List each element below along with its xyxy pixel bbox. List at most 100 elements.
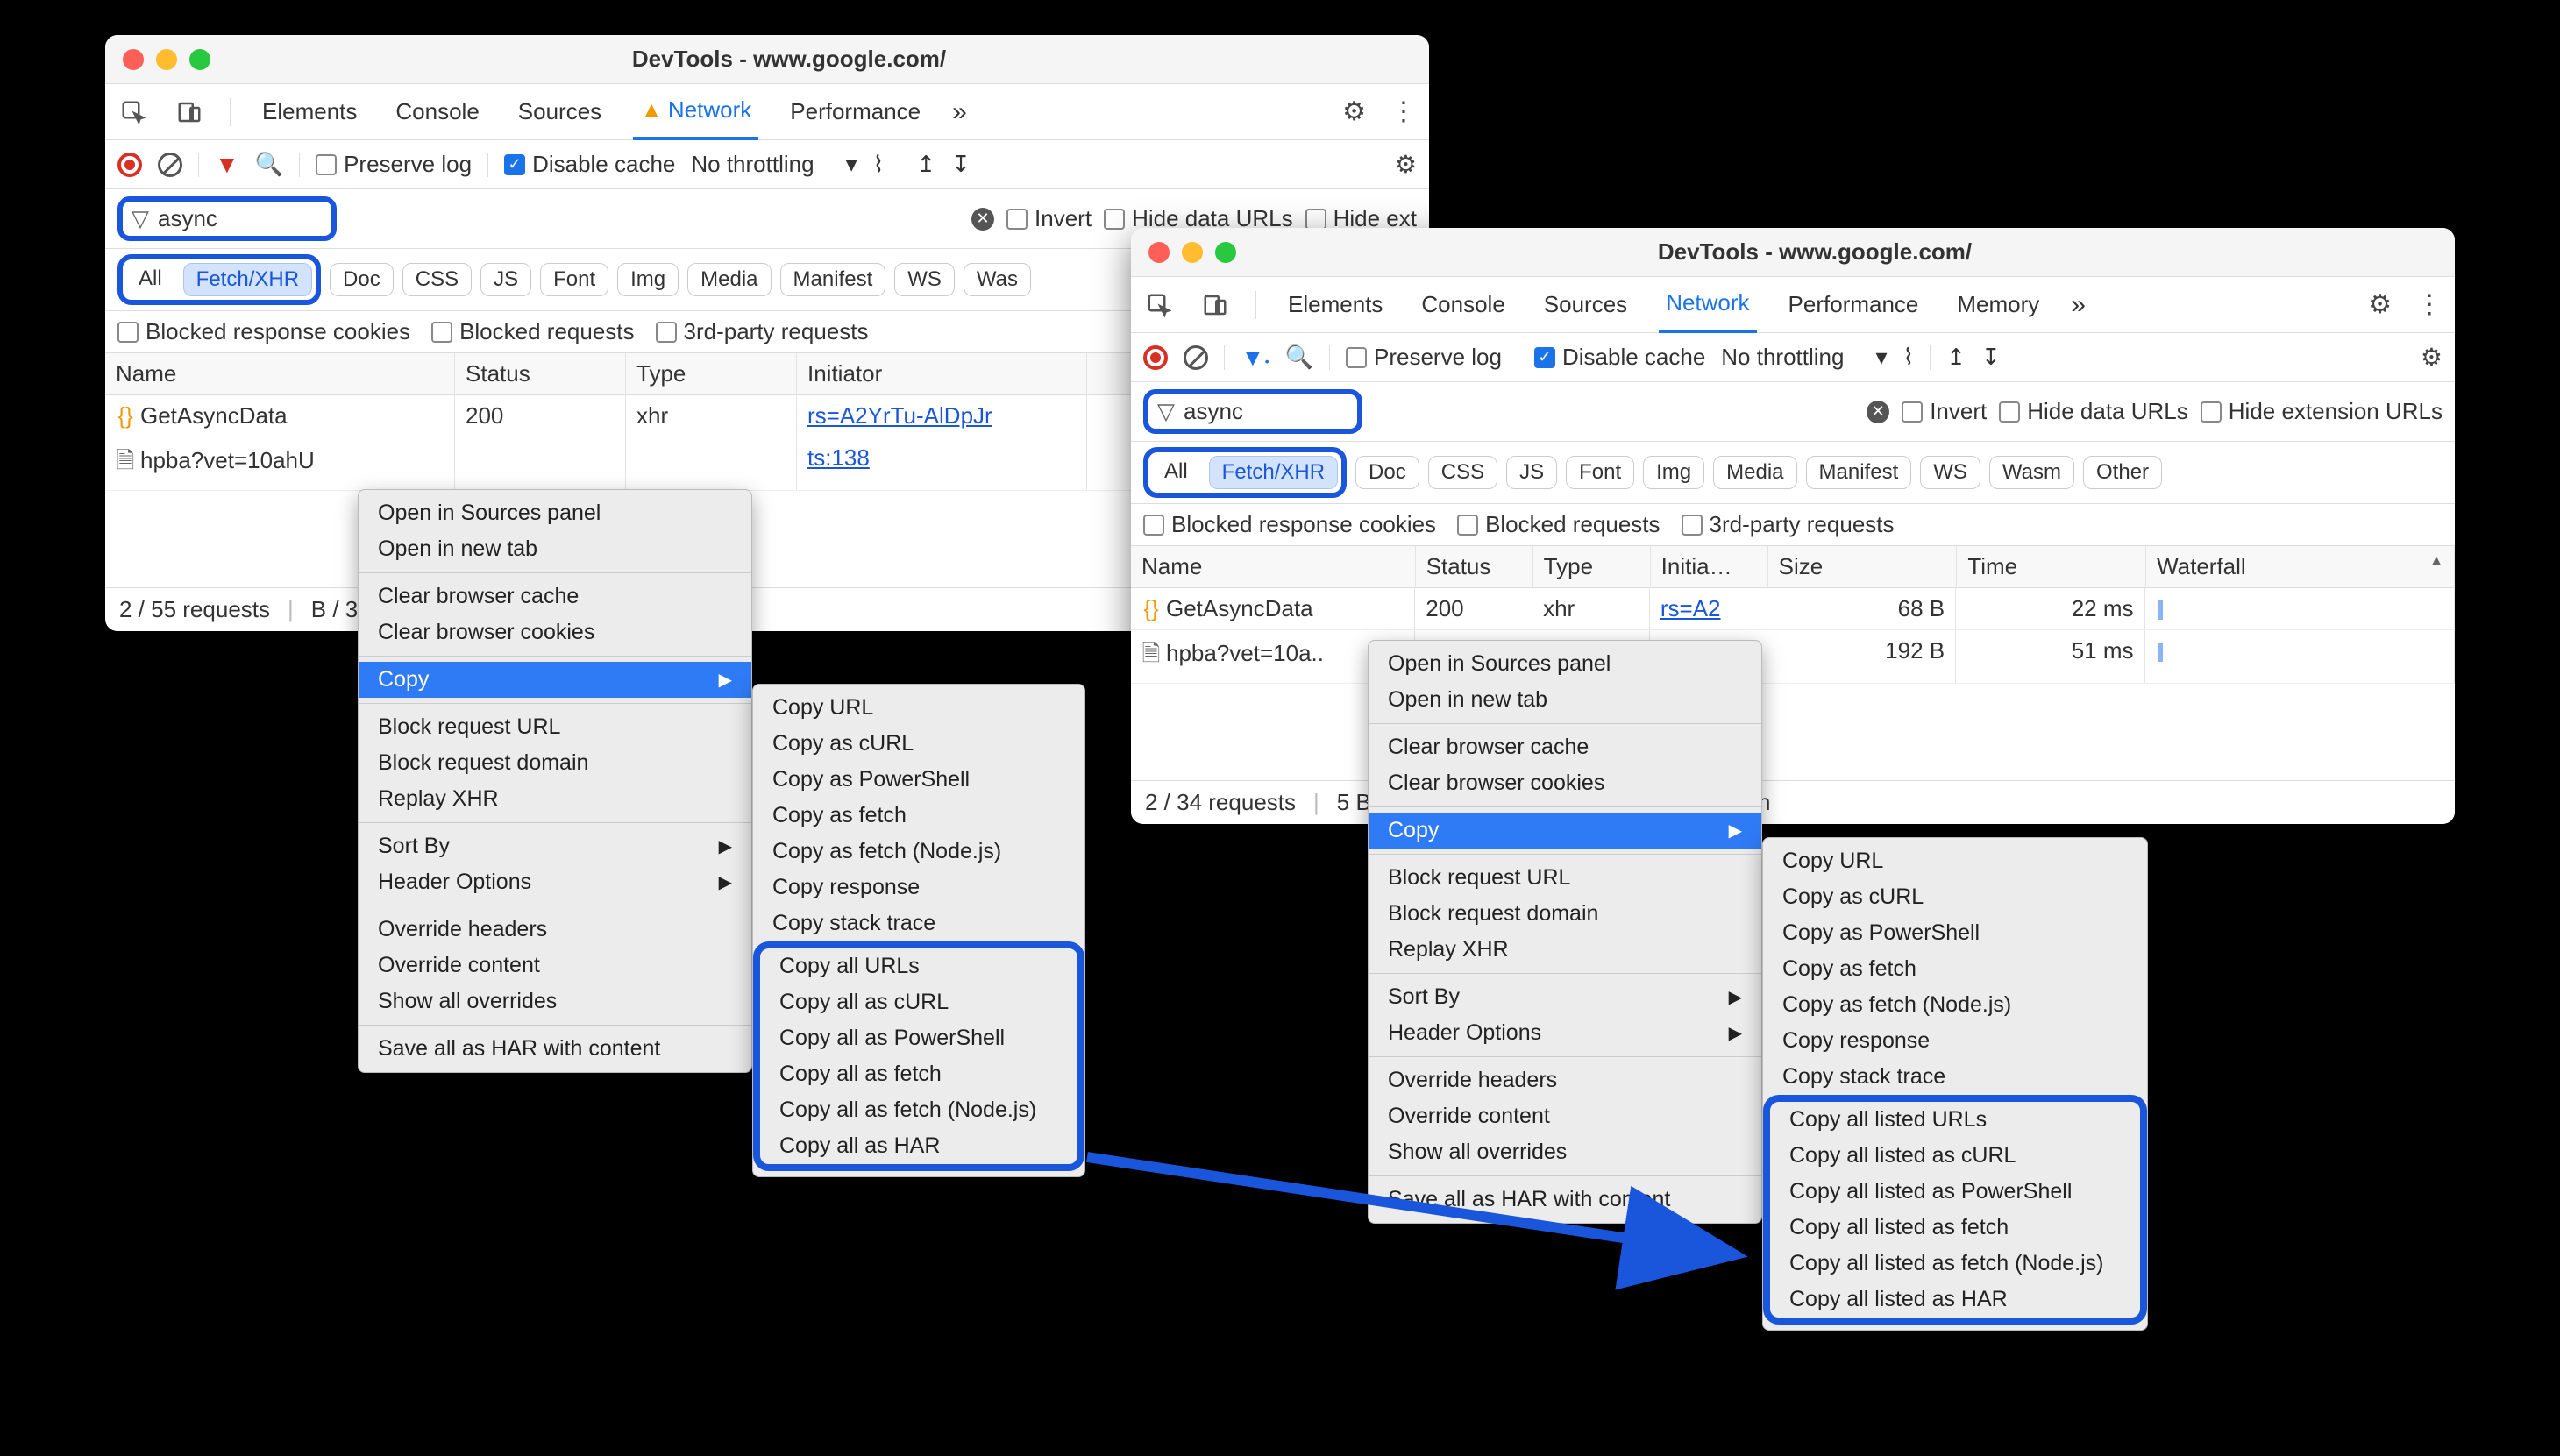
- col-time[interactable]: Time: [1957, 546, 2146, 587]
- copy-stack-trace[interactable]: Copy stack trace: [1763, 1059, 2147, 1095]
- tabs-overflow[interactable]: »: [2071, 290, 2086, 320]
- filter-text[interactable]: async: [1184, 398, 1348, 425]
- toolbar-settings-icon[interactable]: ⚙: [1395, 150, 1417, 179]
- filter-icon[interactable]: ▼•: [1241, 344, 1269, 372]
- hide-data-urls-checkbox[interactable]: Hide data URLs: [1999, 398, 2188, 425]
- copy-stack-trace[interactable]: Copy stack trace: [753, 906, 1084, 941]
- minimize-dot[interactable]: [1182, 242, 1203, 263]
- copy-all-curl[interactable]: Copy all as cURL: [760, 984, 1077, 1020]
- type-doc[interactable]: Doc: [1355, 456, 1419, 489]
- type-media[interactable]: Media: [1713, 456, 1796, 489]
- clear-filter-icon[interactable]: ✕: [971, 208, 994, 231]
- menu-clear-cache[interactable]: Clear browser cache: [359, 579, 751, 614]
- hide-ext-urls-checkbox[interactable]: Hide extension URLs: [2201, 398, 2443, 425]
- tab-network[interactable]: Network: [1659, 277, 1756, 333]
- menu-open-sources[interactable]: Open in Sources panel: [359, 495, 751, 531]
- copy-as-powershell[interactable]: Copy as PowerShell: [753, 762, 1084, 798]
- filter-icon[interactable]: ▼: [215, 151, 239, 179]
- menu-override-headers[interactable]: Override headers: [1369, 1062, 1761, 1098]
- close-dot[interactable]: [123, 49, 144, 70]
- disable-cache-checkbox[interactable]: ✓Disable cache: [504, 151, 675, 178]
- device-icon[interactable]: [174, 96, 205, 128]
- throttling-select[interactable]: No throttling▾: [691, 151, 857, 178]
- zoom-dot[interactable]: [1215, 242, 1236, 263]
- clear-icon[interactable]: [1184, 345, 1208, 370]
- menu-replay-xhr[interactable]: Replay XHR: [359, 781, 751, 817]
- type-wasm[interactable]: Wasm: [1989, 456, 2074, 489]
- tab-performance[interactable]: Performance: [783, 84, 928, 140]
- inspect-icon[interactable]: [117, 96, 149, 128]
- menu-sort-by[interactable]: Sort By▶: [359, 828, 751, 864]
- type-wasm[interactable]: Was: [964, 263, 1031, 296]
- menu-open-sources[interactable]: Open in Sources panel: [1369, 646, 1761, 682]
- col-status[interactable]: Status: [455, 353, 626, 394]
- menu-sort-by[interactable]: Sort By▶: [1369, 979, 1761, 1015]
- search-icon[interactable]: 🔍: [1285, 344, 1313, 371]
- settings-icon[interactable]: ⚙: [2368, 289, 2392, 320]
- type-fetch-xhr[interactable]: Fetch/XHR: [1209, 456, 1338, 489]
- type-other[interactable]: Other: [2083, 456, 2162, 489]
- type-js[interactable]: JS: [1506, 456, 1557, 489]
- copy-all-powershell[interactable]: Copy all as PowerShell: [760, 1020, 1077, 1056]
- copy-url[interactable]: Copy URL: [1763, 843, 2147, 879]
- download-icon[interactable]: ↧: [951, 151, 971, 178]
- invert-checkbox[interactable]: Invert: [1902, 398, 1987, 425]
- search-icon[interactable]: 🔍: [255, 151, 283, 178]
- row-initiator[interactable]: ts:138: [807, 444, 870, 471]
- record-icon[interactable]: [117, 153, 142, 177]
- tab-sources[interactable]: Sources: [1537, 277, 1634, 333]
- preserve-log-checkbox[interactable]: Preserve log: [316, 151, 472, 178]
- menu-header-options[interactable]: Header Options▶: [1369, 1015, 1761, 1051]
- menu-override-headers[interactable]: Override headers: [359, 912, 751, 948]
- type-media[interactable]: Media: [687, 263, 771, 296]
- menu-block-domain[interactable]: Block request domain: [359, 745, 751, 781]
- tab-console[interactable]: Console: [388, 84, 486, 140]
- menu-clear-cookies[interactable]: Clear browser cookies: [359, 614, 751, 650]
- col-name[interactable]: Name: [1131, 546, 1416, 587]
- tab-sources[interactable]: Sources: [511, 84, 608, 140]
- menu-block-url[interactable]: Block request URL: [359, 709, 751, 745]
- copy-all-urls[interactable]: Copy all URLs: [760, 948, 1077, 984]
- copy-as-powershell[interactable]: Copy as PowerShell: [1763, 915, 2147, 951]
- copy-all-har[interactable]: Copy all as HAR: [760, 1128, 1077, 1164]
- third-party-checkbox[interactable]: 3rd-party requests: [656, 318, 869, 345]
- zoom-dot[interactable]: [189, 49, 210, 70]
- blocked-requests-checkbox[interactable]: Blocked requests: [1457, 511, 1660, 538]
- blocked-response-checkbox[interactable]: Blocked response cookies: [117, 318, 410, 345]
- menu-block-domain[interactable]: Block request domain: [1369, 896, 1761, 932]
- minimize-dot[interactable]: [156, 49, 177, 70]
- copy-all-listed-har[interactable]: Copy all listed as HAR: [1770, 1282, 2140, 1318]
- inspect-icon[interactable]: [1143, 289, 1175, 321]
- row-initiator[interactable]: rs=A2: [1660, 595, 1721, 621]
- wifi-icon[interactable]: ⌇: [873, 151, 885, 178]
- menu-block-url[interactable]: Block request URL: [1369, 860, 1761, 896]
- tabs-overflow[interactable]: »: [952, 97, 967, 127]
- type-manifest[interactable]: Manifest: [780, 263, 886, 296]
- clear-icon[interactable]: [158, 153, 182, 177]
- copy-as-curl[interactable]: Copy as cURL: [1763, 879, 2147, 915]
- disable-cache-checkbox[interactable]: ✓Disable cache: [1534, 344, 1705, 371]
- menu-save-har[interactable]: Save all as HAR with content: [359, 1031, 751, 1067]
- table-row[interactable]: {}GetAsyncData 200 xhr rs=A2 68 B 22 ms: [1131, 588, 2455, 630]
- copy-all-listed-fetch-node[interactable]: Copy all listed as fetch (Node.js): [1770, 1246, 2140, 1282]
- upload-icon[interactable]: ↥: [1946, 344, 1966, 371]
- kebab-icon[interactable]: ⋮: [1390, 96, 1417, 127]
- copy-url[interactable]: Copy URL: [753, 690, 1084, 726]
- wifi-icon[interactable]: ⌇: [1903, 344, 1915, 371]
- throttling-select[interactable]: No throttling▾: [1721, 344, 1887, 371]
- copy-all-listed-fetch[interactable]: Copy all listed as fetch: [1770, 1210, 2140, 1246]
- col-name[interactable]: Name: [105, 353, 455, 394]
- tab-network[interactable]: ▲Network: [633, 84, 758, 140]
- type-doc[interactable]: Doc: [330, 263, 394, 296]
- close-dot[interactable]: [1148, 242, 1170, 263]
- copy-response[interactable]: Copy response: [753, 870, 1084, 906]
- preserve-log-checkbox[interactable]: Preserve log: [1346, 344, 1502, 371]
- type-css[interactable]: CSS: [402, 263, 472, 296]
- type-ws[interactable]: WS: [894, 263, 955, 296]
- copy-as-fetch-node[interactable]: Copy as fetch (Node.js): [1763, 987, 2147, 1023]
- col-initiator[interactable]: Initiator: [797, 353, 1087, 394]
- tab-performance[interactable]: Performance: [1781, 277, 1926, 333]
- menu-replay-xhr[interactable]: Replay XHR: [1369, 932, 1761, 968]
- clear-filter-icon[interactable]: ✕: [1867, 401, 1889, 423]
- col-type[interactable]: Type: [626, 353, 797, 394]
